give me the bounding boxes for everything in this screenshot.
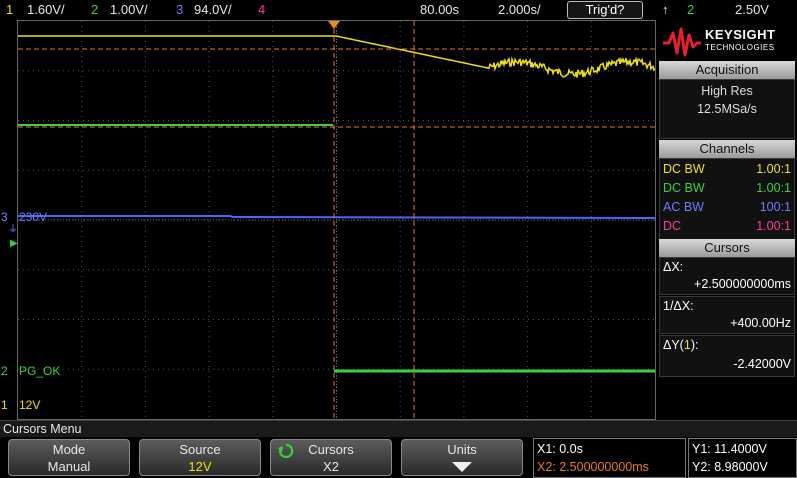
delta-y-label: ΔY(1): (663, 338, 698, 352)
trigger-source[interactable]: 2 (687, 2, 694, 17)
ch3-ground-marker[interactable]: 3 (1, 210, 8, 224)
ground-icon: ⏚ (8, 224, 18, 235)
ch3-coupling: AC BW (663, 200, 704, 214)
y1-readout: Y1: 11.4000V (692, 442, 767, 456)
cursor-x-readout: X1: 0.0s X2: 2.500000000ms (533, 438, 686, 478)
ch4-probe: 1.00:1 (756, 219, 791, 233)
info-panel: KEYSIGHT TECHNOLOGIES Acquisition High R… (657, 20, 797, 420)
acquisition-box: High Res 12.5MSa/s (659, 79, 795, 139)
delta-x-box: ΔX: +2.500000000ms (659, 257, 795, 295)
inverse-delta-x-box: 1/ΔX: +400.00Hz (659, 296, 795, 334)
ch2-coupling: DC BW (663, 181, 705, 195)
ch4-coupling: DC (663, 219, 682, 233)
mode-value: Manual (47, 459, 91, 474)
inverse-delta-x-label: 1/ΔX: (663, 299, 694, 313)
ch1-scale[interactable]: 1.60V/ (27, 2, 65, 17)
brand-subtitle: TECHNOLOGIES (705, 43, 775, 52)
delta-x-label: ΔX: (663, 260, 684, 274)
time-scale[interactable]: 2.000s/ (498, 2, 541, 17)
status-bar: 1 1.60V/ 2 1.00V/ 3 94.0V/ 4 80.00s 2.00… (0, 0, 797, 20)
sample-rate: 12.5MSa/s (697, 102, 757, 116)
keysight-logo: KEYSIGHT TECHNOLOGIES (659, 21, 795, 61)
ch1-probe: 1.00:1 (756, 162, 791, 176)
delta-y-channel: 1 (683, 338, 691, 352)
delta-x-value: +2.500000000ms (694, 277, 791, 291)
brand-name: KEYSIGHT (705, 27, 776, 42)
ch1-label: 12V (19, 398, 41, 412)
delta-y-box: ΔY(1): -2.42000V (659, 335, 795, 377)
x1-readout: X1: 0.0s (537, 442, 583, 456)
trigger-status[interactable]: Trig'd? (567, 1, 643, 19)
trigger-level-marker-icon[interactable]: ▶ (10, 238, 18, 249)
ch3-marker-number: 3 (1, 210, 8, 224)
acquisition-header[interactable]: Acquisition (659, 61, 795, 79)
rotate-knob-icon (278, 443, 294, 459)
delta-y-prefix: ΔY( (663, 338, 684, 352)
ch2-probe: 1.00:1 (756, 181, 791, 195)
ch2-scale[interactable]: 1.00V/ (110, 2, 148, 17)
delta-y-value: -2.42000V (733, 357, 791, 371)
y2-readout: Y2: 8.98000V (692, 460, 768, 474)
delta-y-suffix: ): (690, 338, 699, 352)
cursors-softkey[interactable]: Cursors X2 (270, 439, 392, 476)
channels-header[interactable]: Channels (659, 140, 795, 158)
acquisition-mode: High Res (701, 84, 753, 98)
ch1-number[interactable]: 1 (6, 2, 13, 17)
source-value: 12V (188, 459, 212, 474)
inverse-delta-x-value: +400.00Hz (730, 316, 791, 330)
mode-softkey[interactable]: Mode Manual (8, 439, 130, 476)
waveform-display[interactable] (17, 20, 656, 420)
trigger-position-marker (328, 21, 340, 29)
ch2-ground-marker[interactable]: 2 (1, 364, 8, 378)
trigger-slope-icon: ↑ (662, 2, 669, 17)
ch1-coupling: DC BW (663, 162, 705, 176)
cursors-header[interactable]: Cursors (659, 239, 795, 257)
ch3-probe: 100:1 (759, 200, 791, 214)
source-softkey[interactable]: Source 12V (139, 439, 261, 476)
ch1-marker-number: 1 (1, 398, 8, 412)
ch2-marker-number: 2 (1, 364, 8, 378)
time-position[interactable]: 80.00s (420, 2, 459, 17)
ch4-number[interactable]: 4 (258, 2, 265, 17)
units-label: Units (447, 442, 477, 457)
graticule (18, 21, 655, 419)
x2-readout: X2: 2.500000000ms (537, 460, 649, 474)
submenu-arrow-icon (452, 462, 472, 472)
units-softkey[interactable]: Units (401, 439, 523, 476)
cursors-value: X2 (323, 459, 339, 474)
ch1-ground-marker[interactable]: 1 (1, 398, 8, 412)
ch2-label: PG_OK (19, 364, 61, 378)
ch3-label: 230V (19, 210, 48, 224)
trigger-level[interactable]: 2.50V (735, 2, 769, 17)
ch2-number[interactable]: 2 (91, 2, 98, 17)
channels-box: DC BW 1.00:1 DC BW 1.00:1 AC BW 100:1 DC… (659, 158, 795, 240)
ch3-trace (18, 215, 655, 219)
mode-label: Mode (52, 442, 86, 457)
source-label: Source (179, 442, 221, 457)
ch3-number[interactable]: 3 (176, 2, 183, 17)
keysight-wave-icon (663, 27, 701, 57)
ch3-scale[interactable]: 94.0V/ (194, 2, 232, 17)
cursor-y-readout: Y1: 11.4000V Y2: 8.98000V (688, 438, 797, 478)
menu-title: Cursors Menu (0, 420, 797, 437)
